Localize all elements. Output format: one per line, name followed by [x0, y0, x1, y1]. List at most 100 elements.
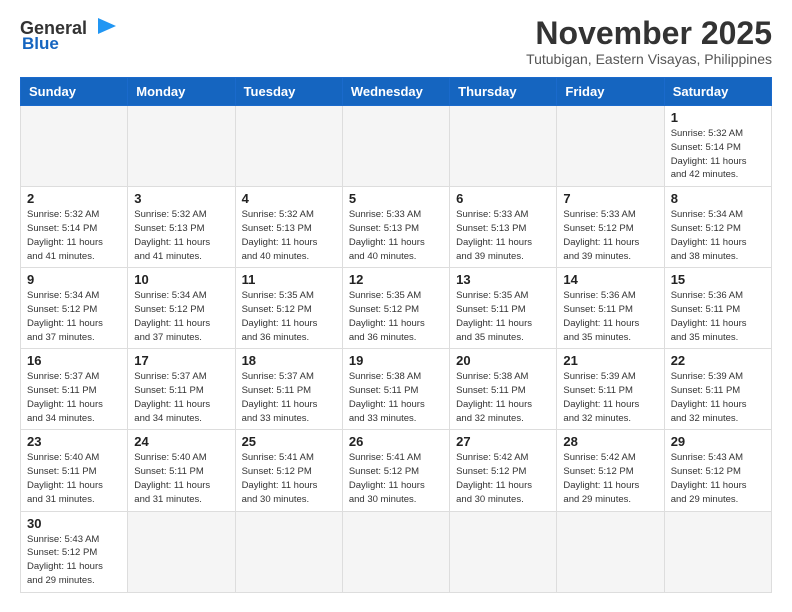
- week-row-1: 1 Sunrise: 5:32 AM Sunset: 5:14 PM Daylig…: [21, 106, 772, 187]
- col-header-tuesday: Tuesday: [235, 78, 342, 106]
- day-info: Sunrise: 5:35 AM Sunset: 5:12 PM Dayligh…: [349, 289, 443, 344]
- day-cell: [21, 106, 128, 187]
- day-number: 10: [134, 272, 228, 287]
- day-info: Sunrise: 5:35 AM Sunset: 5:11 PM Dayligh…: [456, 289, 550, 344]
- day-info: Sunrise: 5:33 AM Sunset: 5:13 PM Dayligh…: [456, 208, 550, 263]
- day-cell: [235, 106, 342, 187]
- day-cell: [128, 106, 235, 187]
- day-info: Sunrise: 5:43 AM Sunset: 5:12 PM Dayligh…: [27, 533, 121, 588]
- day-number: 9: [27, 272, 121, 287]
- day-cell: 8 Sunrise: 5:34 AM Sunset: 5:12 PM Daylig…: [664, 187, 771, 268]
- day-cell: 12 Sunrise: 5:35 AM Sunset: 5:12 PM Dayli…: [342, 268, 449, 349]
- day-number: 8: [671, 191, 765, 206]
- day-info: Sunrise: 5:38 AM Sunset: 5:11 PM Dayligh…: [456, 370, 550, 425]
- day-cell: [450, 511, 557, 592]
- day-info: Sunrise: 5:36 AM Sunset: 5:11 PM Dayligh…: [671, 289, 765, 344]
- day-number: 6: [456, 191, 550, 206]
- day-info: Sunrise: 5:32 AM Sunset: 5:13 PM Dayligh…: [134, 208, 228, 263]
- day-number: 15: [671, 272, 765, 287]
- header: General Blue November 2025 Tutubigan, Ea…: [20, 16, 772, 67]
- col-header-sunday: Sunday: [21, 78, 128, 106]
- day-cell: [342, 511, 449, 592]
- day-cell: 27Sunrise: 5:42 AM Sunset: 5:12 PM Dayli…: [450, 430, 557, 511]
- day-cell: 22 Sunrise: 5:39 AM Sunset: 5:11 PM Dayli…: [664, 349, 771, 430]
- day-cell: 24Sunrise: 5:40 AM Sunset: 5:11 PM Dayli…: [128, 430, 235, 511]
- day-cell: 7Sunrise: 5:33 AM Sunset: 5:12 PM Daylig…: [557, 187, 664, 268]
- calendar: SundayMondayTuesdayWednesdayThursdayFrid…: [20, 77, 772, 592]
- day-number: 29: [671, 434, 765, 449]
- day-cell: 4 Sunrise: 5:32 AM Sunset: 5:13 PM Daylig…: [235, 187, 342, 268]
- day-info: Sunrise: 5:39 AM Sunset: 5:11 PM Dayligh…: [671, 370, 765, 425]
- location: Tutubigan, Eastern Visayas, Philippines: [526, 51, 772, 67]
- day-number: 20: [456, 353, 550, 368]
- day-info: Sunrise: 5:38 AM Sunset: 5:11 PM Dayligh…: [349, 370, 443, 425]
- day-number: 7: [563, 191, 657, 206]
- week-row-4: 16 Sunrise: 5:37 AM Sunset: 5:11 PM Dayli…: [21, 349, 772, 430]
- page: General Blue November 2025 Tutubigan, Ea…: [0, 0, 792, 603]
- day-cell: 17Sunrise: 5:37 AM Sunset: 5:11 PM Dayli…: [128, 349, 235, 430]
- day-info: Sunrise: 5:32 AM Sunset: 5:14 PM Dayligh…: [671, 127, 765, 182]
- month-title: November 2025: [526, 16, 772, 51]
- day-cell: 16 Sunrise: 5:37 AM Sunset: 5:11 PM Dayli…: [21, 349, 128, 430]
- day-number: 21: [563, 353, 657, 368]
- logo-blue: Blue: [22, 34, 59, 54]
- day-info: Sunrise: 5:34 AM Sunset: 5:12 PM Dayligh…: [134, 289, 228, 344]
- week-row-5: 23 Sunrise: 5:40 AM Sunset: 5:11 PM Dayli…: [21, 430, 772, 511]
- day-number: 4: [242, 191, 336, 206]
- day-info: Sunrise: 5:34 AM Sunset: 5:12 PM Dayligh…: [671, 208, 765, 263]
- day-info: Sunrise: 5:32 AM Sunset: 5:13 PM Dayligh…: [242, 208, 336, 263]
- day-info: Sunrise: 5:41 AM Sunset: 5:12 PM Dayligh…: [349, 451, 443, 506]
- day-number: 25: [242, 434, 336, 449]
- day-cell: 18Sunrise: 5:37 AM Sunset: 5:11 PM Dayli…: [235, 349, 342, 430]
- day-cell: 9Sunrise: 5:34 AM Sunset: 5:12 PM Daylig…: [21, 268, 128, 349]
- day-number: 11: [242, 272, 336, 287]
- logo-icon: [90, 12, 118, 40]
- day-cell: [557, 106, 664, 187]
- day-cell: 1 Sunrise: 5:32 AM Sunset: 5:14 PM Daylig…: [664, 106, 771, 187]
- day-number: 16: [27, 353, 121, 368]
- day-info: Sunrise: 5:43 AM Sunset: 5:12 PM Dayligh…: [671, 451, 765, 506]
- day-number: 26: [349, 434, 443, 449]
- day-number: 27: [456, 434, 550, 449]
- day-cell: [450, 106, 557, 187]
- day-number: 1: [671, 110, 765, 125]
- day-cell: 30 Sunrise: 5:43 AM Sunset: 5:12 PM Dayli…: [21, 511, 128, 592]
- day-cell: 21Sunrise: 5:39 AM Sunset: 5:11 PM Dayli…: [557, 349, 664, 430]
- title-block: November 2025 Tutubigan, Eastern Visayas…: [526, 16, 772, 67]
- day-cell: [664, 511, 771, 592]
- day-cell: 28 Sunrise: 5:42 AM Sunset: 5:12 PM Dayli…: [557, 430, 664, 511]
- day-cell: 19Sunrise: 5:38 AM Sunset: 5:11 PM Dayli…: [342, 349, 449, 430]
- day-cell: 2Sunrise: 5:32 AM Sunset: 5:14 PM Daylig…: [21, 187, 128, 268]
- day-cell: 23 Sunrise: 5:40 AM Sunset: 5:11 PM Dayli…: [21, 430, 128, 511]
- col-header-thursday: Thursday: [450, 78, 557, 106]
- logo: General Blue: [20, 16, 118, 54]
- day-number: 14: [563, 272, 657, 287]
- day-cell: 13 Sunrise: 5:35 AM Sunset: 5:11 PM Dayli…: [450, 268, 557, 349]
- day-number: 22: [671, 353, 765, 368]
- day-number: 12: [349, 272, 443, 287]
- col-header-wednesday: Wednesday: [342, 78, 449, 106]
- day-info: Sunrise: 5:35 AM Sunset: 5:12 PM Dayligh…: [242, 289, 336, 344]
- day-info: Sunrise: 5:33 AM Sunset: 5:13 PM Dayligh…: [349, 208, 443, 263]
- day-number: 3: [134, 191, 228, 206]
- day-info: Sunrise: 5:37 AM Sunset: 5:11 PM Dayligh…: [242, 370, 336, 425]
- col-header-monday: Monday: [128, 78, 235, 106]
- day-cell: 29 Sunrise: 5:43 AM Sunset: 5:12 PM Dayli…: [664, 430, 771, 511]
- day-number: 13: [456, 272, 550, 287]
- day-cell: 15 Sunrise: 5:36 AM Sunset: 5:11 PM Dayli…: [664, 268, 771, 349]
- day-number: 30: [27, 516, 121, 531]
- day-number: 23: [27, 434, 121, 449]
- day-number: 28: [563, 434, 657, 449]
- day-cell: 26 Sunrise: 5:41 AM Sunset: 5:12 PM Dayli…: [342, 430, 449, 511]
- day-cell: 6 Sunrise: 5:33 AM Sunset: 5:13 PM Daylig…: [450, 187, 557, 268]
- day-info: Sunrise: 5:37 AM Sunset: 5:11 PM Dayligh…: [27, 370, 121, 425]
- day-cell: 25Sunrise: 5:41 AM Sunset: 5:12 PM Dayli…: [235, 430, 342, 511]
- col-header-friday: Friday: [557, 78, 664, 106]
- col-header-saturday: Saturday: [664, 78, 771, 106]
- day-info: Sunrise: 5:42 AM Sunset: 5:12 PM Dayligh…: [563, 451, 657, 506]
- day-number: 24: [134, 434, 228, 449]
- day-info: Sunrise: 5:32 AM Sunset: 5:14 PM Dayligh…: [27, 208, 121, 263]
- day-info: Sunrise: 5:40 AM Sunset: 5:11 PM Dayligh…: [27, 451, 121, 506]
- day-cell: [128, 511, 235, 592]
- day-cell: [235, 511, 342, 592]
